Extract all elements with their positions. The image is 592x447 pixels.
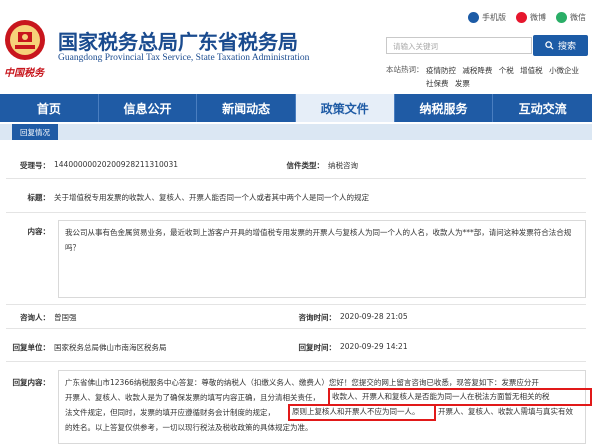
record-id-row: 受理号： 14400000020200928211310031 信件类型： 纳税… xyxy=(0,160,592,171)
nav-item-news[interactable]: 新闻动态 xyxy=(197,94,296,122)
hot-word[interactable]: 小微企业 xyxy=(549,66,579,75)
question-content: 我公司从事有色金属贸易业务，最近收到上游客户开具的增值税专用发票的开票人与复核人… xyxy=(58,220,586,298)
search-icon xyxy=(545,41,554,50)
divider xyxy=(6,178,586,179)
hot-words-list: 疫情防控 减税降费 个税 增值税 小微企业 社保费 发票 xyxy=(426,64,586,90)
record-id-label: 受理号： xyxy=(20,161,50,170)
hot-word[interactable]: 发票 xyxy=(455,79,470,88)
reply-line: 法文件规定，但同时，发票的填开应遵循财务会计制度的规定， xyxy=(65,408,275,417)
record-subject-label: 标题： xyxy=(27,193,51,202)
main-nav: 首页 信息公开 新闻动态 政策文件 纳税服务 互动交流 xyxy=(0,94,592,122)
nav-item-info[interactable]: 信息公开 xyxy=(99,94,198,122)
ask-time-label: 咨询时间： xyxy=(298,313,337,322)
reply-unit-value: 国家税务总局佛山市南海区税务局 xyxy=(54,343,167,352)
nav-item-home[interactable]: 首页 xyxy=(0,94,99,122)
search-button-label: 搜索 xyxy=(557,42,576,52)
tab-reply-status[interactable]: 回复情况 xyxy=(12,124,58,140)
record-subject-row: 标题： 关于增值税专用发票的收款人、复核人、开票人能否同一个人或者其中两个人是同… xyxy=(0,192,592,203)
mobile-icon xyxy=(468,12,479,23)
site-header: 中国税务 国家税务总局广东省税务局 Guangdong Provincial T… xyxy=(0,0,592,92)
top-links: 手机版 微博 微信 xyxy=(468,12,586,23)
hot-word[interactable]: 增值税 xyxy=(520,66,543,75)
wechat-link[interactable]: 微信 xyxy=(556,12,586,23)
reply-line: 的姓名。以上答复仅供参考，一切以现行税法及税收政策的具体规定为准。 xyxy=(65,423,313,432)
divider xyxy=(6,212,586,213)
highlight-text: 原则上复核人和开票人不应为同一人。 xyxy=(292,406,420,417)
mobile-link[interactable]: 手机版 xyxy=(468,12,506,23)
reply-line: 开票人、复核人、收款人是为了确保发票的填写内容正确，且分清相关责任， xyxy=(65,393,320,402)
divider xyxy=(6,328,586,329)
nav-item-service[interactable]: 纳税服务 xyxy=(395,94,494,122)
hot-words-label: 本站热词： xyxy=(386,65,424,74)
hot-word[interactable]: 个税 xyxy=(499,66,514,75)
reply-content-label: 回复内容： xyxy=(12,378,51,387)
weibo-icon xyxy=(516,12,527,23)
china-tax-logo: 中国税务 xyxy=(4,68,44,79)
tax-emblem-icon xyxy=(5,20,45,60)
hot-word[interactable]: 疫情防控 xyxy=(426,66,456,75)
highlight-text: 收款人、开票人和复核人是否能为同一人在税法方面暂无相关的税 xyxy=(332,391,550,402)
site-title[interactable]: 国家税务总局广东省税务局 xyxy=(58,26,298,55)
hot-word[interactable]: 减税降费 xyxy=(462,66,492,75)
reply-line-tail: 开票人、复核人、收款人需填与真实有效 xyxy=(438,407,573,416)
divider xyxy=(6,361,586,362)
reply-unit-label: 回复单位： xyxy=(12,343,51,352)
search-input[interactable]: 请输入关键词 xyxy=(386,37,532,54)
asker-value: 曾国强 xyxy=(54,313,77,322)
reply-time-value: 2020-09-29 14:21 xyxy=(340,342,408,351)
weibo-link-label: 微博 xyxy=(530,13,546,22)
wechat-link-label: 微信 xyxy=(570,13,586,22)
weibo-link[interactable]: 微博 xyxy=(516,12,546,23)
record-id-value: 14400000020200928211310031 xyxy=(54,160,179,169)
mobile-link-label: 手机版 xyxy=(482,13,506,22)
record-content-label: 内容： xyxy=(27,227,51,236)
reply-time-label: 回复时间： xyxy=(298,343,337,352)
record-type-value: 纳税咨询 xyxy=(328,161,358,170)
wechat-icon xyxy=(556,12,567,23)
search-button[interactable]: 搜索 xyxy=(533,35,588,56)
nav-item-interaction[interactable]: 互动交流 xyxy=(493,94,592,122)
divider xyxy=(6,304,586,305)
sub-tab-bar: 回复情况 xyxy=(0,124,592,140)
hot-word[interactable]: 社保费 xyxy=(426,79,449,88)
record-subject-value: 关于增值税专用发票的收款人、复核人、开票人能否同一个人或者其中两个人是同一个人的… xyxy=(54,193,369,202)
reply-unit-row: 回复单位： 国家税务总局佛山市南海区税务局 回复时间： 2020-09-29 1… xyxy=(0,342,592,353)
site-title-en: Guangdong Provincial Tax Service, State … xyxy=(58,53,310,63)
record-asker-row: 咨询人： 曾国强 咨询时间： 2020-09-28 21:05 xyxy=(0,312,592,323)
record-type-label: 信件类型： xyxy=(286,161,325,170)
asker-label: 咨询人： xyxy=(20,313,50,322)
nav-item-policy[interactable]: 政策文件 xyxy=(295,94,395,122)
ask-time-value: 2020-09-28 21:05 xyxy=(340,312,408,321)
